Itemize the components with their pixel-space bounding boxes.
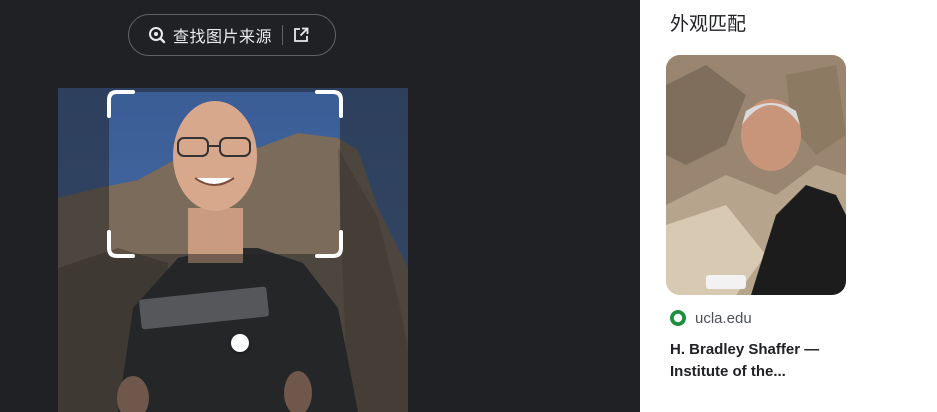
crop-drag-handle[interactable] [231,334,249,352]
result-title[interactable]: H. Bradley Shaffer — Institute of the... [670,339,846,383]
result-source[interactable]: ucla.edu [669,309,848,327]
open-in-new-icon[interactable] [292,26,310,44]
ucla-favicon-icon [669,309,687,327]
result-source-name: ucla.edu [695,309,752,327]
find-image-source-button[interactable]: 查找图片来源 [128,14,336,56]
visual-match-card[interactable]: ucla.edu H. Bradley Shaffer — Institute … [666,55,848,385]
lens-image-panel: 查找图片来源 [0,0,640,412]
crop-selection-frame[interactable] [107,90,343,258]
button-divider [282,25,284,45]
results-panel: 外观匹配 ucla.edu H. Bradley Shaffer — Insti… [640,0,937,412]
find-image-source-label: 查找图片来源 [173,27,273,46]
lens-search-icon [147,25,167,45]
section-title: 外观匹配 [670,13,747,35]
result-thumbnail[interactable] [666,55,846,295]
